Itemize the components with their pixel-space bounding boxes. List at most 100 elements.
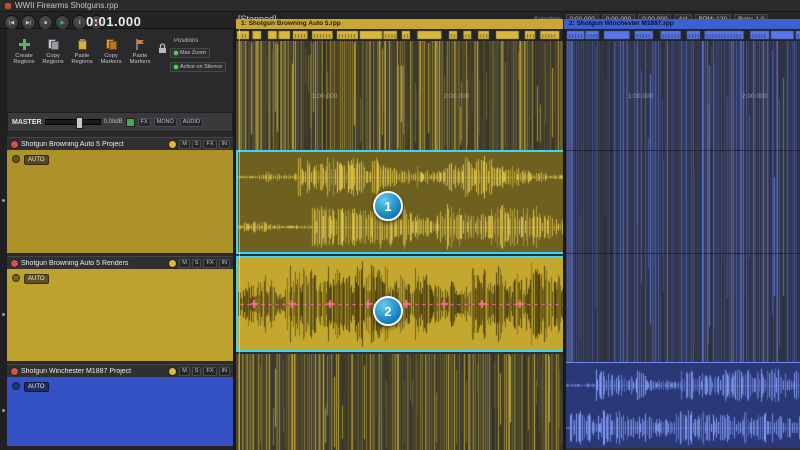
- fx-button[interactable]: FX: [203, 259, 216, 268]
- waveform-band-left-bottom[interactable]: [236, 354, 563, 450]
- lock-icon: [156, 42, 169, 55]
- record-arm-icon[interactable]: [10, 259, 19, 268]
- lock-button[interactable]: [156, 42, 169, 55]
- track-header-1[interactable]: Shotgun Browning Auto 5 Project M S FX I…: [7, 137, 233, 150]
- fx-button[interactable]: FX: [203, 367, 216, 376]
- solo-button[interactable]: S: [192, 259, 202, 268]
- io-button[interactable]: IN: [219, 259, 231, 268]
- project-tab-browning[interactable]: 1: Shotgun Browning Auto 5.rpp: [236, 19, 563, 29]
- track-name[interactable]: Shotgun Winchester M1887 Project: [21, 368, 166, 375]
- automation-button[interactable]: AUTO: [24, 155, 49, 165]
- solo-button[interactable]: S: [192, 367, 202, 376]
- waveform-item-winchester: [566, 364, 800, 448]
- automation-button[interactable]: AUTO: [24, 382, 49, 392]
- master-label: MASTER: [12, 119, 42, 126]
- led-icon: [174, 65, 178, 69]
- transport-time-display[interactable]: 0:01.000: [86, 14, 141, 29]
- toolbar-button-paste-regions[interactable]: Paste Regions: [68, 38, 96, 65]
- callout-1-number: 1: [384, 199, 391, 214]
- track-panel-gutter: [0, 29, 7, 450]
- window-title: WWII Firearms Shotguns.rpp: [15, 1, 118, 10]
- plus-icon: [18, 38, 31, 51]
- waveform-band-left-top[interactable]: [236, 41, 563, 150]
- toolbar-button-copy-markers[interactable]: Copy Markers: [97, 38, 125, 65]
- project-zone-divider[interactable]: [563, 29, 566, 450]
- toolbar-button-copy-regions[interactable]: Copy Regions: [39, 38, 67, 65]
- track-name[interactable]: Shotgun Browning Auto 5 Project: [21, 141, 166, 148]
- io-button[interactable]: IN: [219, 140, 231, 149]
- led-icon: [174, 51, 178, 55]
- track-panel-footer: [7, 446, 233, 450]
- mute-button[interactable]: M: [179, 140, 190, 149]
- input-icon[interactable]: [168, 367, 177, 376]
- master-strip[interactable]: MASTER 0.00dB FX MONO AUDIO: [7, 112, 233, 132]
- toolbar-button-paste-markers[interactable]: Paste Markers: [126, 38, 154, 65]
- clipboard-icon: [76, 38, 89, 51]
- io-button[interactable]: IN: [219, 367, 231, 376]
- edit-cursor[interactable]: [239, 29, 240, 450]
- track-name[interactable]: Shotgun Browning Auto 5 Renders: [21, 260, 166, 267]
- callout-2: 2: [373, 296, 403, 326]
- track-header-2[interactable]: Shotgun Browning Auto 5 Renders M S FX I…: [7, 256, 233, 269]
- go-to-start-button[interactable]: |◀: [4, 15, 19, 30]
- panel-splitter[interactable]: [233, 29, 236, 450]
- master-volume-slider[interactable]: [45, 119, 101, 125]
- max-zoom-toggle[interactable]: Max Zoom: [170, 48, 210, 58]
- flag-icon: [134, 38, 147, 51]
- track-grip-dot[interactable]: [2, 199, 5, 202]
- toggle-label: Active on Silence: [180, 64, 222, 70]
- pause-button[interactable]: ‖: [72, 15, 87, 30]
- fx-button[interactable]: FX: [203, 140, 216, 149]
- lane-separator: [566, 150, 800, 151]
- project-tab-winchester[interactable]: 2: Shotgun Winchester M1887.rpp: [564, 19, 800, 29]
- mute-button[interactable]: M: [179, 367, 190, 376]
- go-to-end-button[interactable]: ▶|: [21, 15, 36, 30]
- track-panel-body-3[interactable]: AUTO: [7, 377, 233, 446]
- titlebar: WWII Firearms Shotguns.rpp: [0, 0, 800, 12]
- callout-1: 1: [373, 191, 403, 221]
- positions-label: Positions: [174, 38, 198, 44]
- copy-icon: [47, 38, 60, 51]
- automation-button[interactable]: AUTO: [24, 274, 49, 284]
- app-icon: [5, 3, 11, 9]
- reaper-window: WWII Firearms Shotguns.rpp |◀ ▶| ■ ▶ ‖ ●…: [0, 0, 800, 450]
- input-icon[interactable]: [168, 140, 177, 149]
- toolbar-button-label: Paste Regions: [68, 53, 96, 65]
- master-volume-value: 0.00dB: [104, 119, 123, 125]
- ruler-label: 1:00.000: [628, 93, 653, 100]
- record-arm-icon[interactable]: [10, 367, 19, 376]
- audio-item-winchester[interactable]: [566, 362, 800, 448]
- track-panel-body-2[interactable]: AUTO: [7, 269, 233, 361]
- track-header-3[interactable]: Shotgun Winchester M1887 Project M S FX …: [7, 364, 233, 377]
- toolbar-button-create-regions[interactable]: Create Regions: [10, 38, 38, 65]
- toolbar-button-label: Copy Markers: [97, 53, 125, 65]
- copy-icon: [105, 38, 118, 51]
- record-arm-icon[interactable]: [10, 140, 19, 149]
- route-icon[interactable]: [12, 274, 20, 282]
- stop-button[interactable]: ■: [38, 15, 53, 30]
- mute-button[interactable]: M: [179, 259, 190, 268]
- solo-button[interactable]: S: [192, 140, 202, 149]
- master-mono-button[interactable]: MONO: [154, 118, 177, 127]
- env-icon[interactable]: [126, 118, 135, 127]
- waveform-band-right[interactable]: [566, 41, 800, 362]
- ruler-label: 2:00.000: [444, 93, 469, 100]
- master-fx-button[interactable]: FX: [138, 118, 151, 127]
- active-on-silence-toggle[interactable]: Active on Silence: [170, 62, 226, 72]
- slider-thumb[interactable]: [76, 117, 83, 129]
- input-icon[interactable]: [168, 259, 177, 268]
- master-audio-button[interactable]: AUDIO: [180, 118, 203, 127]
- track-grip-dot[interactable]: [2, 313, 5, 316]
- toolbar-button-label: Copy Regions: [39, 53, 67, 65]
- route-icon[interactable]: [12, 155, 20, 163]
- toolbar-button-label: Create Regions: [10, 53, 38, 65]
- region-lane-left[interactable]: [236, 30, 563, 40]
- region-lane-right[interactable]: [566, 30, 800, 40]
- toolbar-button-label: Paste Markers: [126, 53, 154, 65]
- route-icon[interactable]: [12, 382, 20, 390]
- ruler-label: 2:00.000: [742, 93, 767, 100]
- play-button[interactable]: ▶: [55, 15, 70, 30]
- track-grip-dot[interactable]: [2, 409, 5, 412]
- track-panel-body-1[interactable]: AUTO: [7, 150, 233, 253]
- toggle-label: Max Zoom: [180, 50, 206, 56]
